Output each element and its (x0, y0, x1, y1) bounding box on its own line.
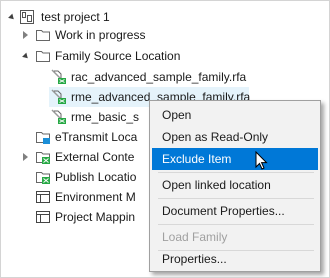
tree-item-label: rac_advanced_sample_family.rfa (71, 70, 247, 84)
menu-item-label: Load Family (162, 230, 228, 244)
tree-item-family-source-location[interactable]: Family Source Location (22, 46, 303, 66)
publish-folder-icon (36, 172, 50, 184)
tree-item-label: Environment M (55, 190, 136, 204)
family-file-icon (51, 69, 66, 84)
menu-item-label: Document Properties... (162, 204, 285, 218)
context-menu: Open Open as Read-Only Exclude Item Open… (149, 100, 321, 272)
family-file-icon (51, 89, 66, 104)
mapping-icon (36, 211, 50, 223)
mapping-icon (36, 191, 50, 203)
project-name: test project 1 (41, 10, 110, 24)
tree-item-label: Publish Locatio (55, 170, 137, 184)
menu-item-exclude-item[interactable]: Exclude Item (152, 148, 318, 170)
tree-item-project-mapping[interactable]: Project Mappin (23, 207, 153, 227)
menu-item-open[interactable]: Open (152, 104, 318, 126)
mouse-cursor-icon (255, 151, 268, 170)
family-file-icon (51, 109, 66, 124)
expand-arrow-icon[interactable] (22, 52, 30, 61)
etransmit-folder-icon (36, 132, 50, 144)
tree-item-label: eTransmit Loca (55, 130, 138, 144)
menu-separator (158, 198, 314, 199)
menu-item-open-linked-location[interactable]: Open linked location (152, 174, 318, 196)
tree-item-external-content[interactable]: External Conte (23, 147, 153, 167)
tree-item-label: rme_basic_s (71, 110, 140, 124)
menu-item-label: Exclude Item (162, 152, 232, 166)
menu-item-properties[interactable]: Properties... (152, 248, 318, 270)
expand-arrow-icon[interactable] (8, 13, 16, 22)
expand-arrow-icon[interactable] (23, 31, 28, 39)
tree-item-environment-mapping[interactable]: Environment M (23, 187, 153, 207)
menu-item-label: Open linked location (162, 178, 271, 192)
menu-item-label: Open as Read-Only (162, 130, 269, 144)
folder-icon (36, 51, 50, 62)
menu-item-document-properties[interactable]: Document Properties... (152, 200, 318, 222)
menu-item-label: Properties... (162, 252, 227, 266)
expand-arrow-icon[interactable] (23, 153, 28, 161)
tree-item-label: Work in progress (55, 28, 146, 42)
menu-item-label: Open (162, 108, 192, 122)
menu-separator (158, 224, 314, 225)
tree-item-label: Family Source Location (55, 49, 181, 63)
tree-item-work-in-progress[interactable]: Work in progress (23, 25, 303, 45)
tree-item-file[interactable]: rac_advanced_sample_family.rfa (51, 67, 311, 87)
tree-root-project[interactable]: test project 1 (7, 7, 307, 27)
menu-item-open-read-only[interactable]: Open as Read-Only (152, 126, 318, 148)
menu-item-load-family[interactable]: Load Family (152, 226, 318, 248)
tree-item-label: External Conte (55, 150, 135, 164)
project-icon (20, 10, 34, 24)
tree-item-label: Project Mappin (55, 210, 136, 224)
menu-separator (158, 172, 314, 173)
tree-item-etransmit[interactable]: eTransmit Loca (23, 127, 153, 147)
tree-item-file[interactable]: rme_basic_s (51, 107, 151, 127)
folder-icon (36, 30, 50, 41)
external-folder-icon (36, 152, 50, 164)
tree-item-publish-location[interactable]: Publish Locatio (23, 167, 153, 187)
project-tree-panel: test project 1 Work in progress Family S… (0, 0, 330, 278)
